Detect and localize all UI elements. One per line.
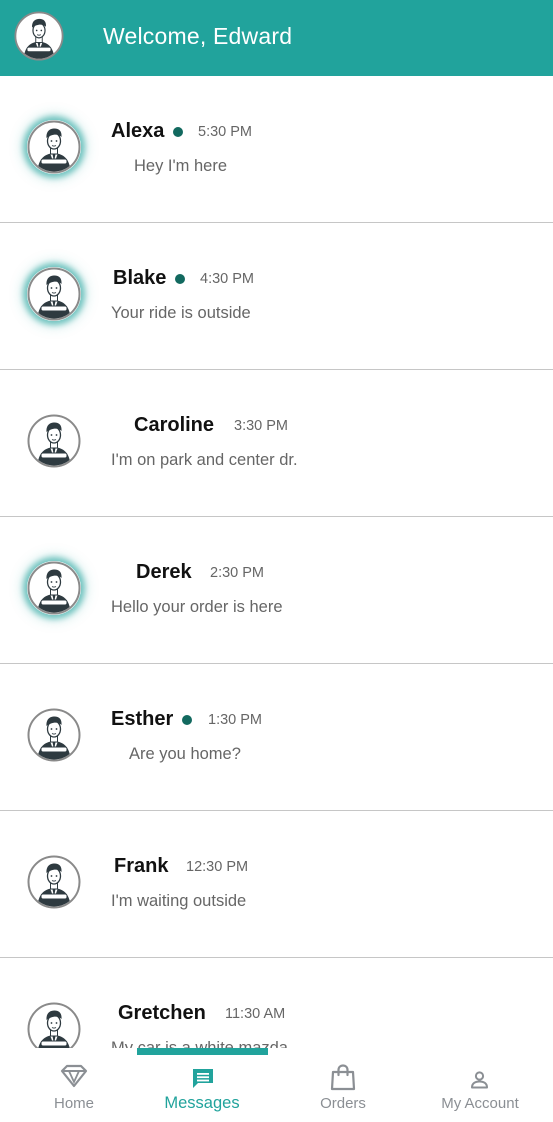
message-preview: I'm waiting outside <box>111 892 247 910</box>
conversation-row[interactable]: Gretchen 11:30 AM My car is a white mazd… <box>0 958 553 1048</box>
conversation-list[interactable]: Alexa 5:30 PM Hey I'm here Blake 4:30 PM… <box>0 76 553 1048</box>
online-status-dot <box>175 274 185 284</box>
contact-avatar <box>27 120 81 174</box>
message-time: 2:30 PM <box>210 565 264 581</box>
contact-avatar <box>27 414 81 468</box>
nav-orders[interactable]: Orders <box>298 1048 388 1122</box>
contact-avatar <box>27 708 81 762</box>
conversation-row[interactable]: Frank 12:30 PM I'm waiting outside <box>0 811 553 958</box>
contact-name: Caroline <box>134 414 215 436</box>
contact-name: Esther <box>111 708 174 730</box>
message-preview: Hello your order is here <box>111 598 283 616</box>
message-time: 5:30 PM <box>198 124 252 140</box>
welcome-title: Welcome, Edward <box>103 23 293 49</box>
message-time: 3:30 PM <box>234 418 288 434</box>
message-preview: Hey I'm here <box>134 157 228 175</box>
online-status-dot <box>173 127 183 137</box>
contact-name: Blake <box>113 267 167 289</box>
nav-home[interactable]: Home <box>29 1048 119 1122</box>
message-preview: My car is a white mazda <box>111 1039 288 1048</box>
contact-avatar <box>27 267 81 321</box>
message-preview: Are you home? <box>129 745 241 763</box>
message-preview: I'm on park and center dr. <box>111 451 298 469</box>
account-icon <box>471 1071 488 1089</box>
message-time: 4:30 PM <box>200 271 254 287</box>
message-preview: Your ride is outside <box>111 304 251 322</box>
user-avatar[interactable] <box>14 11 64 61</box>
contact-name: Derek <box>136 561 192 583</box>
contact-name: Frank <box>114 855 169 877</box>
message-time: 1:30 PM <box>208 712 262 728</box>
conversation-row[interactable]: Derek 2:30 PM Hello your order is here <box>0 517 553 664</box>
conversation-row[interactable]: Esther 1:30 PM Are you home? <box>0 664 553 811</box>
shopping-bag-icon <box>330 1064 356 1091</box>
app-header: Welcome, Edward <box>0 0 553 76</box>
conversation-row[interactable]: Caroline 3:30 PM I'm on park and center … <box>0 370 553 517</box>
bottom-navigation: Home Messages Orders My Account <box>0 1048 553 1122</box>
contact-avatar <box>27 855 81 909</box>
message-time: 12:30 PM <box>186 859 249 875</box>
conversation-row[interactable]: Blake 4:30 PM Your ride is outside <box>0 223 553 370</box>
contact-avatar <box>27 561 81 615</box>
home-diamond-icon <box>60 1064 88 1088</box>
conversation-row[interactable]: Alexa 5:30 PM Hey I'm here <box>0 76 553 223</box>
nav-my-account[interactable]: My Account <box>430 1048 530 1122</box>
message-time: 11:30 AM <box>225 1006 286 1022</box>
nav-home-label: Home <box>53 1095 94 1112</box>
contact-avatar <box>27 1002 81 1048</box>
nav-my-account-label: My Account <box>441 1095 519 1112</box>
nav-messages-label: Messages <box>164 1094 240 1112</box>
online-status-dot <box>182 715 192 725</box>
nav-orders-label: Orders <box>320 1095 366 1112</box>
contact-name: Alexa <box>111 120 165 142</box>
contact-name: Gretchen <box>118 1002 206 1024</box>
nav-messages[interactable]: Messages <box>152 1048 252 1122</box>
messages-icon <box>193 1069 213 1088</box>
